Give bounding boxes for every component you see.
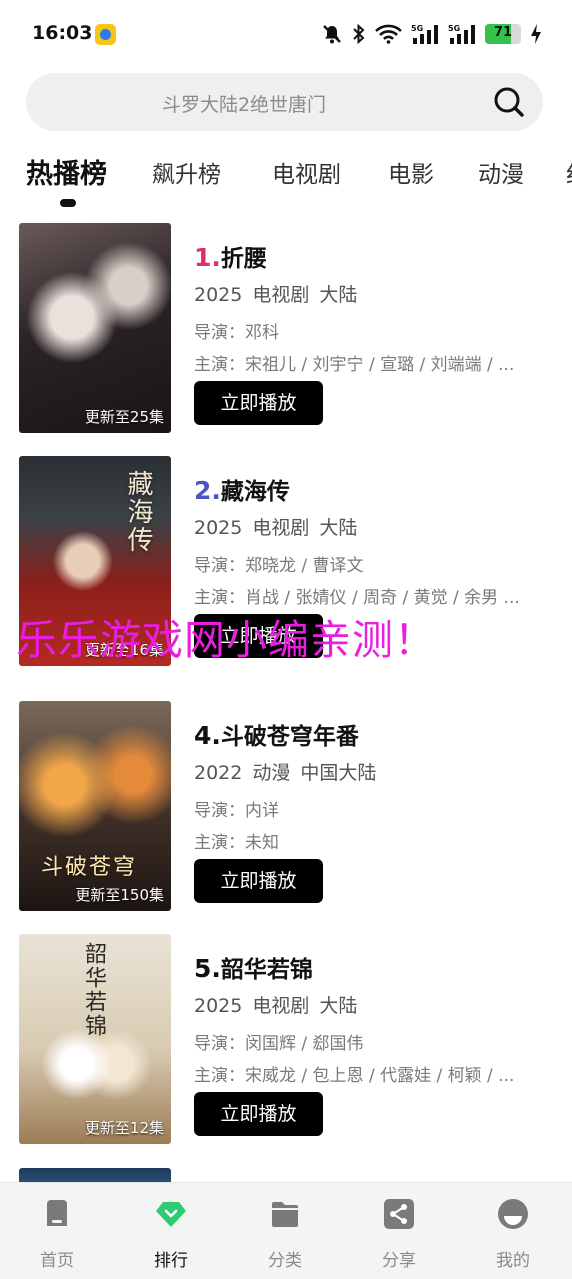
item-title[interactable]: 1.折腰	[194, 239, 267, 273]
item-meta: 2025 电视剧 大陆	[194, 517, 358, 539]
rank-number: 4.	[194, 721, 221, 750]
poster-title-art: 韶华若锦	[81, 942, 106, 1038]
poster-update-badge: 更新至12集	[84, 1119, 164, 1137]
tab-rising[interactable]: 飙升榜	[152, 155, 221, 189]
poster-image[interactable]: 韶华若锦 更新至12集	[19, 934, 171, 1144]
item-cast: 主演：肖战 / 张婧仪 / 周奇 / 黄觉 / 余男 ...	[194, 588, 520, 608]
nav-ranking[interactable]: 排行	[114, 1183, 228, 1279]
title-text: 韶华若锦	[220, 957, 313, 983]
signal-5g-icon: 5G	[411, 24, 438, 44]
item-cast: 主演：未知	[194, 833, 279, 853]
list-item[interactable]: 斗破苍穹 更新至150集 4.斗破苍穹年番 2022 动漫 中国大陆 导演：内详…	[0, 701, 572, 913]
bottom-nav: 首页 排行 分类 分享 我的	[0, 1182, 572, 1279]
app-notification-icon	[95, 24, 116, 45]
status-icons: 5G 5G 71	[321, 22, 542, 46]
nav-share[interactable]: 分享	[342, 1183, 456, 1279]
search-icon[interactable]	[493, 86, 525, 118]
charging-icon	[531, 24, 541, 44]
nav-home[interactable]: 首页	[0, 1183, 114, 1279]
battery-icon: 71	[485, 24, 521, 44]
mute-bell-icon	[323, 25, 341, 44]
battery-level: 71	[493, 25, 513, 40]
tab-movies[interactable]: 电影	[388, 155, 434, 189]
play-now-button[interactable]: 立即播放	[194, 859, 323, 903]
nav-label: 分享	[382, 1251, 416, 1271]
tab-hot[interactable]: 热播榜	[26, 152, 107, 191]
share-icon	[384, 1199, 414, 1229]
tab-tv-series[interactable]: 电视剧	[272, 155, 341, 189]
folder-icon	[272, 1202, 298, 1227]
nav-label: 我的	[496, 1251, 530, 1271]
title-text: 折腰	[220, 246, 267, 272]
poster-image[interactable]: 更新至25集	[19, 223, 171, 433]
poster-update-badge: 更新至25集	[84, 408, 164, 426]
item-cast: 主演：宋祖儿 / 刘宇宁 / 宣璐 / 刘端端 / ...	[194, 355, 515, 375]
signal-5g-label-2: 5G	[448, 24, 460, 33]
nav-label: 排行	[154, 1251, 188, 1271]
item-director: 导演：内详	[194, 801, 279, 821]
status-bar: 16:03 5G 5G 71	[0, 0, 572, 66]
rank-number: 1.	[194, 243, 221, 272]
status-time: 16:03	[32, 22, 93, 44]
search-placeholder: 斗罗大陆2绝世唐门	[161, 94, 327, 116]
bluetooth-icon	[353, 23, 365, 45]
title-text: 藏海传	[220, 479, 290, 505]
ranking-icon	[156, 1202, 186, 1227]
tab-documentary[interactable]: 纪	[566, 155, 572, 189]
item-meta: 2025 电视剧 大陆	[194, 284, 358, 306]
poster-image[interactable]: 斗破苍穹 更新至150集	[19, 701, 171, 911]
nav-label: 分类	[268, 1251, 302, 1271]
home-icon	[47, 1200, 67, 1226]
signal-5g-label: 5G	[411, 24, 423, 33]
poster-update-badge: 更新至150集	[75, 886, 164, 904]
item-cast: 主演：宋威龙 / 包上恩 / 代露娃 / 柯颖 / ...	[194, 1066, 515, 1086]
item-meta: 2025 电视剧 大陆	[194, 995, 358, 1017]
profile-icon	[498, 1199, 528, 1229]
signal-5g-icon-2: 5G	[448, 24, 475, 44]
wifi-icon	[375, 24, 402, 44]
poster-title-art: 藏海传	[123, 470, 153, 554]
poster-title-art: 斗破苍穹	[41, 855, 138, 880]
item-director: 导演：郑晓龙 / 曹译文	[194, 556, 364, 576]
item-director: 导演：邓科	[194, 323, 279, 343]
item-meta: 2022 动漫 中国大陆	[194, 762, 377, 784]
play-now-button[interactable]: 立即播放	[194, 381, 323, 425]
rank-number: 2.	[194, 476, 221, 505]
tab-anime[interactable]: 动漫	[478, 155, 524, 189]
nav-profile[interactable]: 我的	[456, 1183, 570, 1279]
active-tab-indicator	[60, 199, 76, 207]
list-item[interactable]: 更新至25集 1.折腰 2025 电视剧 大陆 导演：邓科 主演：宋祖儿 / 刘…	[0, 223, 572, 435]
category-tabs: 热播榜 飙升榜 电视剧 电影 动漫 纪	[0, 150, 572, 210]
nav-category[interactable]: 分类	[228, 1183, 342, 1279]
list-item[interactable]: 韶华若锦 更新至12集 5.韶华若锦 2025 电视剧 大陆 导演：闵国辉 / …	[0, 934, 572, 1146]
play-now-button[interactable]: 立即播放	[194, 1092, 323, 1136]
search-bar[interactable]: 斗罗大陆2绝世唐门	[26, 73, 543, 131]
watermark-text: 乐乐游戏网小编亲测！	[16, 616, 436, 664]
item-title[interactable]: 2.藏海传	[194, 472, 290, 506]
nav-label: 首页	[40, 1251, 74, 1271]
title-text: 斗破苍穹年番	[220, 724, 359, 750]
item-title[interactable]: 5.韶华若锦	[194, 950, 313, 984]
item-title[interactable]: 4.斗破苍穹年番	[194, 717, 359, 751]
rank-number: 5.	[194, 954, 221, 983]
item-director: 导演：闵国辉 / 郄国伟	[194, 1034, 364, 1054]
